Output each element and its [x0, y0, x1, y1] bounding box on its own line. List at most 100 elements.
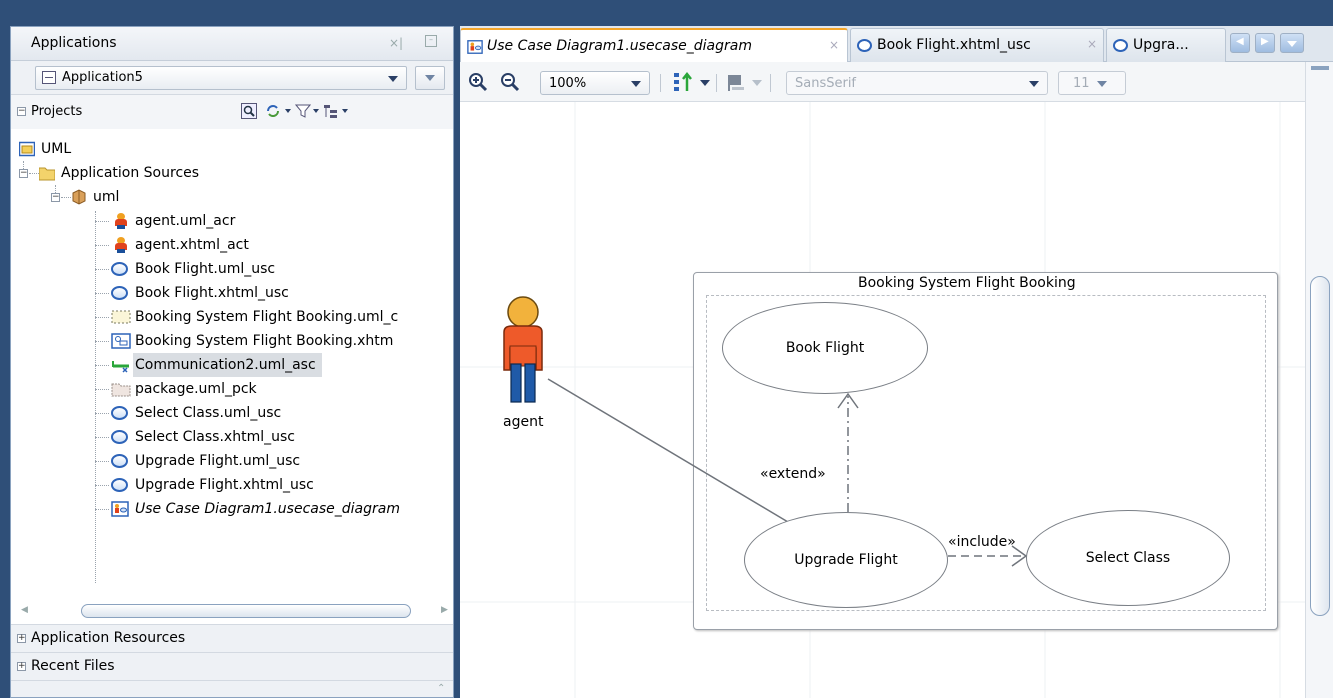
tree-item-upgrade-flight-xhtml-usc[interactable]: Upgrade Flight.xhtml_usc: [95, 473, 453, 497]
tab-book-flight-xhtml-usc[interactable]: Book Flight.xhtml_usc ×: [850, 28, 1104, 62]
chevron-down-icon[interactable]: [285, 109, 291, 113]
actor-icon: [113, 213, 129, 229]
close-tab-icon[interactable]: ×: [1087, 37, 1097, 51]
collapse-icon[interactable]: −: [17, 107, 26, 116]
tree-item-booking-system-xhtml[interactable]: Booking System Flight Booking.xhtm: [95, 329, 453, 353]
tree-node-application-sources[interactable]: − Application Sources: [19, 161, 319, 185]
application-row: Application5: [11, 61, 453, 95]
close-tab-icon[interactable]: ×: [829, 38, 839, 52]
project-tree: UML − Application Sources − uml agent.um…: [11, 129, 453, 601]
tree-line: [95, 389, 109, 390]
tree-item-label: agent.uml_acr: [135, 213, 236, 229]
ide-window: Applications ×| – Application5 − Project…: [0, 0, 1333, 698]
tree-item-package-uml-pck[interactable]: package.uml_pck: [95, 377, 453, 401]
tree-item-select-class-xhtml-usc[interactable]: Select Class.xhtml_usc: [95, 425, 453, 449]
use-case-icon: [111, 430, 128, 444]
tree-line: [95, 245, 109, 246]
tree-line: [95, 341, 109, 342]
usecase-diagram-icon: [111, 501, 129, 517]
scroll-tabs-right-button[interactable]: ▶: [1255, 33, 1275, 53]
recent-files-section[interactable]: + Recent Files: [11, 652, 453, 680]
scroll-right-icon[interactable]: ▶: [441, 605, 448, 615]
tree-item-agent-uml-acr[interactable]: agent.uml_acr: [95, 209, 453, 233]
collapse-icon[interactable]: −: [19, 169, 28, 178]
layout-icon[interactable]: [672, 71, 694, 93]
application-select[interactable]: Application5: [35, 66, 407, 90]
filter-icon[interactable]: [295, 103, 311, 119]
actor-figure[interactable]: [498, 294, 548, 404]
tree-horizontal-scrollbar[interactable]: ◀ ▶: [21, 602, 451, 620]
scrollbar-thumb[interactable]: [81, 604, 411, 618]
zoom-in-icon[interactable]: [468, 72, 488, 92]
package-icon: [72, 189, 86, 205]
tree-line: [95, 509, 109, 510]
tree-line: [95, 413, 109, 414]
chevron-down-icon: [388, 76, 398, 82]
use-case-book-flight[interactable]: Book Flight: [722, 302, 928, 394]
application-menu-button[interactable]: [415, 66, 445, 90]
font-size-select[interactable]: 11: [1058, 71, 1126, 95]
tree-item-book-flight-uml-usc[interactable]: Book Flight.uml_usc: [95, 257, 453, 281]
font-family-select[interactable]: SansSerif: [786, 71, 1048, 95]
actor-label: agent: [503, 414, 544, 430]
diagram-connectors: [547, 378, 1028, 567]
projects-label: Projects: [31, 104, 83, 119]
restore-icon[interactable]: ⌃: [437, 683, 445, 694]
tree-line: [95, 293, 109, 294]
use-case-icon: [111, 406, 128, 420]
project-icon: [19, 141, 35, 157]
zoom-out-icon[interactable]: [500, 72, 520, 92]
chevron-down-icon[interactable]: [313, 109, 319, 113]
tree-node-label: UML: [41, 141, 72, 157]
close-panel-icon[interactable]: ×|: [389, 36, 403, 50]
tree-node-package-uml[interactable]: − uml: [51, 185, 251, 209]
actor-icon: [113, 237, 129, 253]
chevron-down-icon[interactable]: [700, 80, 710, 86]
chevron-down-icon: [1029, 81, 1039, 87]
use-case-select-class[interactable]: Select Class: [1026, 510, 1230, 606]
application-name: Application5: [62, 70, 143, 85]
canvas-vertical-scrollbar[interactable]: [1305, 62, 1333, 698]
chevron-down-icon[interactable]: [342, 109, 348, 113]
tree-line: [95, 485, 109, 486]
tab-list-button[interactable]: [1280, 33, 1304, 53]
scroll-tabs-left-button[interactable]: ◀: [1230, 33, 1250, 53]
collapse-icon[interactable]: −: [51, 193, 60, 202]
zoom-level-select[interactable]: 100%: [540, 71, 650, 95]
diagram-canvas[interactable]: Booking System Flight Booking agent Book…: [460, 102, 1305, 698]
tree-item-communication2[interactable]: Communication2.uml_asc: [95, 353, 453, 377]
scrollbar-thumb[interactable]: [1310, 276, 1330, 616]
tree-item-book-flight-xhtml-usc[interactable]: Book Flight.xhtml_usc: [95, 281, 453, 305]
tree-item-select-class-uml-usc[interactable]: Select Class.uml_usc: [95, 401, 453, 425]
application-resources-section[interactable]: + Application Resources: [11, 624, 453, 652]
chevron-down-icon[interactable]: [752, 80, 762, 86]
panel-footer: ⌃: [11, 680, 453, 697]
boundary-icon: [111, 310, 131, 324]
minimize-panel-icon[interactable]: –: [425, 35, 437, 47]
font-size-value: 11: [1073, 76, 1090, 91]
tree-line: [95, 269, 109, 270]
expand-icon[interactable]: +: [17, 662, 26, 671]
use-case-label: Select Class: [1085, 550, 1171, 566]
use-case-upgrade-flight[interactable]: Upgrade Flight: [744, 512, 948, 608]
search-icon[interactable]: [241, 103, 257, 119]
tree-item-booking-system-uml[interactable]: Booking System Flight Booking.uml_c: [95, 305, 453, 329]
use-case-icon: [111, 454, 128, 468]
tab-upgrade-flight[interactable]: Upgra...: [1106, 28, 1226, 62]
color-fill-icon[interactable]: [726, 72, 746, 92]
extend-label: «extend»: [760, 466, 826, 482]
sync-icon[interactable]: [265, 103, 281, 119]
tab-use-case-diagram1[interactable]: Use Case Diagram1.usecase_diagram ×: [460, 28, 848, 62]
association-line: [547, 378, 789, 523]
scroll-top-icon[interactable]: [1311, 66, 1329, 70]
scroll-left-icon[interactable]: ◀: [21, 605, 28, 615]
tab-label: Upgra...: [1133, 37, 1189, 53]
hierarchy-icon[interactable]: [323, 103, 339, 119]
applications-panel-title: Applications: [31, 35, 117, 51]
expand-icon[interactable]: +: [17, 634, 26, 643]
tree-item-agent-xhtml-act[interactable]: agent.xhtml_act: [95, 233, 453, 257]
tree-item-label: Select Class.xhtml_usc: [135, 429, 295, 445]
tree-item-upgrade-flight-uml-usc[interactable]: Upgrade Flight.uml_usc: [95, 449, 453, 473]
tree-item-use-case-diagram1[interactable]: Use Case Diagram1.usecase_diagram: [95, 497, 453, 521]
use-case-icon: [111, 262, 128, 276]
